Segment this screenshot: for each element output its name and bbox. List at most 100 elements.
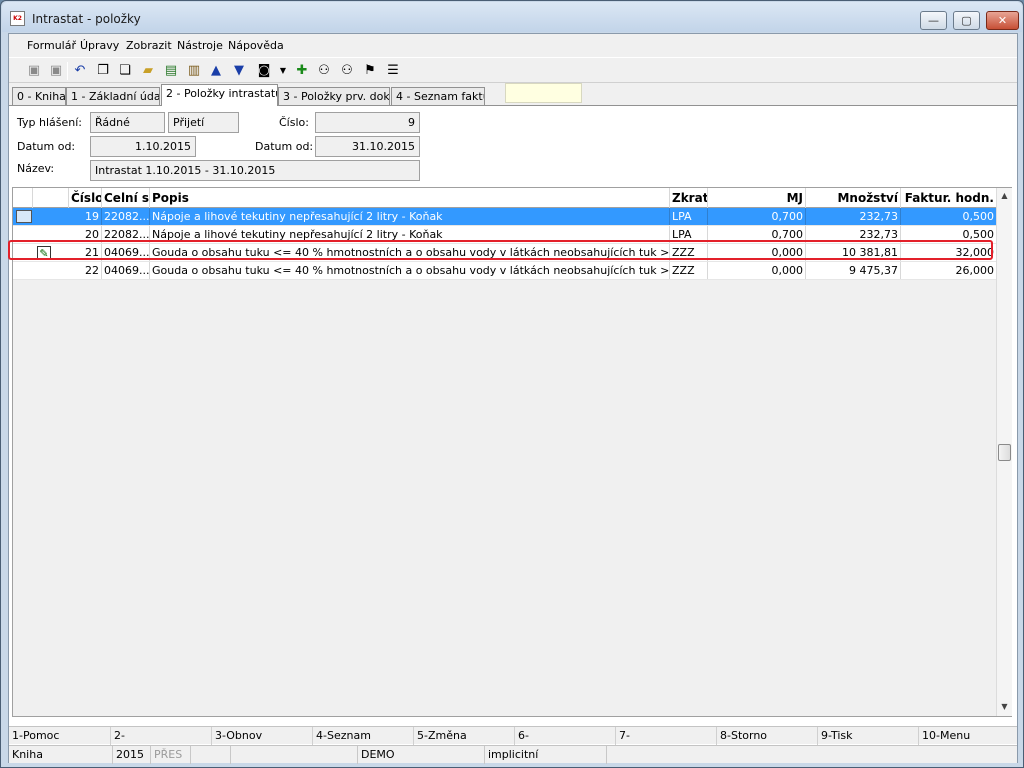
- tab-zakladni-udaje[interactable]: 1 - Základní údaje: [66, 87, 160, 106]
- menu-upravy[interactable]: Úpravy: [80, 39, 119, 52]
- title-bar[interactable]: K2 Intrastat - položky — ▢ ✕: [2, 2, 1022, 32]
- dropdown-arrow-icon[interactable]: ▼: [274, 62, 292, 80]
- arrow-up-icon[interactable]: ▲: [207, 62, 225, 80]
- camera-icon[interactable]: ◙: [255, 62, 273, 80]
- close-button[interactable]: ✕: [986, 11, 1019, 30]
- datum-od-label: Datum od:: [17, 140, 76, 153]
- status-pres: PŘES: [151, 746, 191, 764]
- cislo-field[interactable]: 9: [315, 112, 420, 133]
- cell-mnozstvi: 232,73: [806, 208, 901, 225]
- cell-faktur: 26,000: [955, 264, 995, 277]
- status-bar: Kniha 2015 PŘES DEMO implicitní: [9, 745, 1017, 764]
- cell-mnozstvi: 10 381,81: [806, 244, 901, 261]
- fkey-8[interactable]: 8-Storno: [716, 727, 817, 745]
- nazev-label: Název:: [17, 162, 55, 175]
- status-empty-3: [607, 746, 1017, 764]
- row-selected-marker: [16, 210, 32, 223]
- datum-do-label: Datum od:: [255, 140, 314, 153]
- table-row[interactable]: 22 04069... Gouda o obsahu tuku <= 40 % …: [13, 262, 996, 280]
- cislo-label: Číslo:: [279, 116, 309, 129]
- header-edit: [33, 188, 69, 208]
- cell-mnozstvi: 9 475,37: [806, 262, 901, 279]
- header-faktur-hodn[interactable]: Faktur. hodn.: [901, 188, 996, 208]
- nazev-field[interactable]: Intrastat 1.10.2015 - 31.10.2015: [90, 160, 420, 181]
- header-mj[interactable]: MJ: [708, 188, 806, 208]
- header-cislo[interactable]: Číslo: [69, 188, 102, 208]
- tab-polozky-intrastatu[interactable]: 2 - Položky intrastatu: [161, 84, 278, 106]
- datum-od-field[interactable]: 1.10.2015: [90, 136, 196, 157]
- client-area: Formulář Úpravy Zobrazit Nástroje Nápově…: [8, 33, 1018, 764]
- fkey-9[interactable]: 9-Tisk: [817, 727, 918, 745]
- menu-zobrazit[interactable]: Zobrazit: [126, 39, 172, 52]
- arrow-down-icon[interactable]: ▼: [230, 62, 248, 80]
- edit-pencil-icon: ✎: [37, 246, 51, 260]
- status-empty-1: [191, 746, 231, 764]
- tab-polozky-prv-dokl[interactable]: 3 - Položky prv. dokl.: [278, 87, 390, 106]
- menu-formular[interactable]: Formulář: [27, 39, 76, 52]
- items-grid[interactable]: Číslo Celní sa Popis Zkratl MJ Množství …: [12, 187, 1012, 717]
- scroll-up-icon[interactable]: ▲: [997, 188, 1012, 204]
- datum-do-field[interactable]: 31.10.2015: [315, 136, 420, 157]
- app-icon[interactable]: K2: [10, 11, 25, 26]
- table-row[interactable]: 19 22082... Nápoje a lihové tekutiny nep…: [13, 208, 996, 226]
- cell-mj: 0,000: [708, 262, 806, 279]
- save-all-icon[interactable]: ▣: [47, 62, 65, 80]
- grid-header: Číslo Celní sa Popis Zkratl MJ Množství …: [13, 188, 996, 208]
- header-celni-sazebnik[interactable]: Celní sa: [102, 188, 150, 208]
- fkey-10[interactable]: 10-Menu: [918, 727, 1017, 745]
- binoculars-next-icon[interactable]: ⚇: [338, 62, 356, 80]
- cell-popis: Gouda o obsahu tuku <= 40 % hmotnostních…: [152, 244, 670, 261]
- cell-celni: 04069...: [104, 244, 150, 261]
- fkey-2[interactable]: 2-: [110, 727, 211, 745]
- tab-seznam-faktur[interactable]: 4 - Seznam faktur: [391, 87, 485, 106]
- fkey-6[interactable]: 6-: [514, 727, 615, 745]
- book-icon[interactable]: ▥: [185, 62, 203, 80]
- typ-hlaseni-field[interactable]: Řádné: [90, 112, 165, 133]
- scroll-thumb[interactable]: [998, 444, 1011, 461]
- toolbar-separator: [67, 62, 68, 80]
- vertical-scrollbar[interactable]: ▲ ▼: [996, 188, 1012, 716]
- binoculars-icon[interactable]: ⚇: [315, 62, 333, 80]
- lock-icon[interactable]: ▤: [162, 62, 180, 80]
- undo-icon[interactable]: ↶: [71, 62, 89, 80]
- cell-cislo: 19: [69, 208, 102, 225]
- cell-popis: Gouda o obsahu tuku <= 40 % hmotnostních…: [152, 262, 670, 279]
- fkey-3[interactable]: 3-Obnov: [211, 727, 312, 745]
- fkey-1[interactable]: 1-Pomoc: [9, 727, 110, 745]
- table-row[interactable]: ✎ 21 04069... Gouda o obsahu tuku <= 40 …: [13, 244, 996, 262]
- minimize-button[interactable]: —: [920, 11, 947, 30]
- cell-popis: Nápoje a lihové tekutiny nepřesahující 2…: [150, 208, 670, 225]
- fkey-7[interactable]: 7-: [615, 727, 716, 745]
- maximize-button[interactable]: ▢: [953, 11, 980, 30]
- cell-mnozstvi: 232,73: [806, 226, 901, 243]
- header-popis[interactable]: Popis: [150, 188, 670, 208]
- save-icon[interactable]: ▣: [25, 62, 43, 80]
- menu-nastroje[interactable]: Nástroje: [177, 39, 223, 52]
- status-company: DEMO: [358, 746, 485, 764]
- new-record-icon[interactable]: ❐: [94, 62, 112, 80]
- application-window: K2 Intrastat - položky — ▢ ✕ Formulář Úp…: [0, 0, 1024, 768]
- fkey-4[interactable]: 4-Seznam: [312, 727, 413, 745]
- tab-page: Typ hlášení: Řádné Přijetí Číslo: 9 Datu…: [9, 105, 1017, 745]
- cell-cislo: 20: [69, 226, 102, 243]
- tab-kniha[interactable]: 0 - Kniha: [12, 87, 66, 106]
- menu-napoveda[interactable]: Nápověda: [228, 39, 284, 52]
- filter-icon[interactable]: ⚑: [361, 62, 379, 80]
- table-row[interactable]: 20 22082... Nápoje a lihové tekutiny nep…: [13, 226, 996, 244]
- header-zkratka[interactable]: Zkratl: [670, 188, 708, 208]
- menu-bar: Formulář Úpravy Zobrazit Nástroje Nápově…: [9, 34, 1017, 56]
- add-item-icon[interactable]: ✚: [293, 62, 311, 80]
- header-selector: [13, 188, 33, 208]
- copy-record-icon[interactable]: ❏: [116, 62, 134, 80]
- list-icon[interactable]: ☰: [384, 62, 402, 80]
- cell-cislo: 21: [69, 244, 102, 261]
- cell-zkratka: ZZZ: [670, 262, 708, 279]
- open-folder-icon[interactable]: ▰: [139, 62, 157, 80]
- scroll-down-icon[interactable]: ▼: [997, 699, 1012, 715]
- header-mnozstvi[interactable]: Množství: [806, 188, 901, 208]
- function-key-bar: 1-Pomoc 2- 3-Obnov 4-Seznam 5-Změna 6- 7…: [9, 726, 1017, 745]
- smer-field[interactable]: Přijetí: [168, 112, 239, 133]
- cell-faktur: 0,500: [962, 210, 995, 223]
- fkey-5[interactable]: 5-Změna: [413, 727, 514, 745]
- status-module: Kniha: [9, 746, 113, 764]
